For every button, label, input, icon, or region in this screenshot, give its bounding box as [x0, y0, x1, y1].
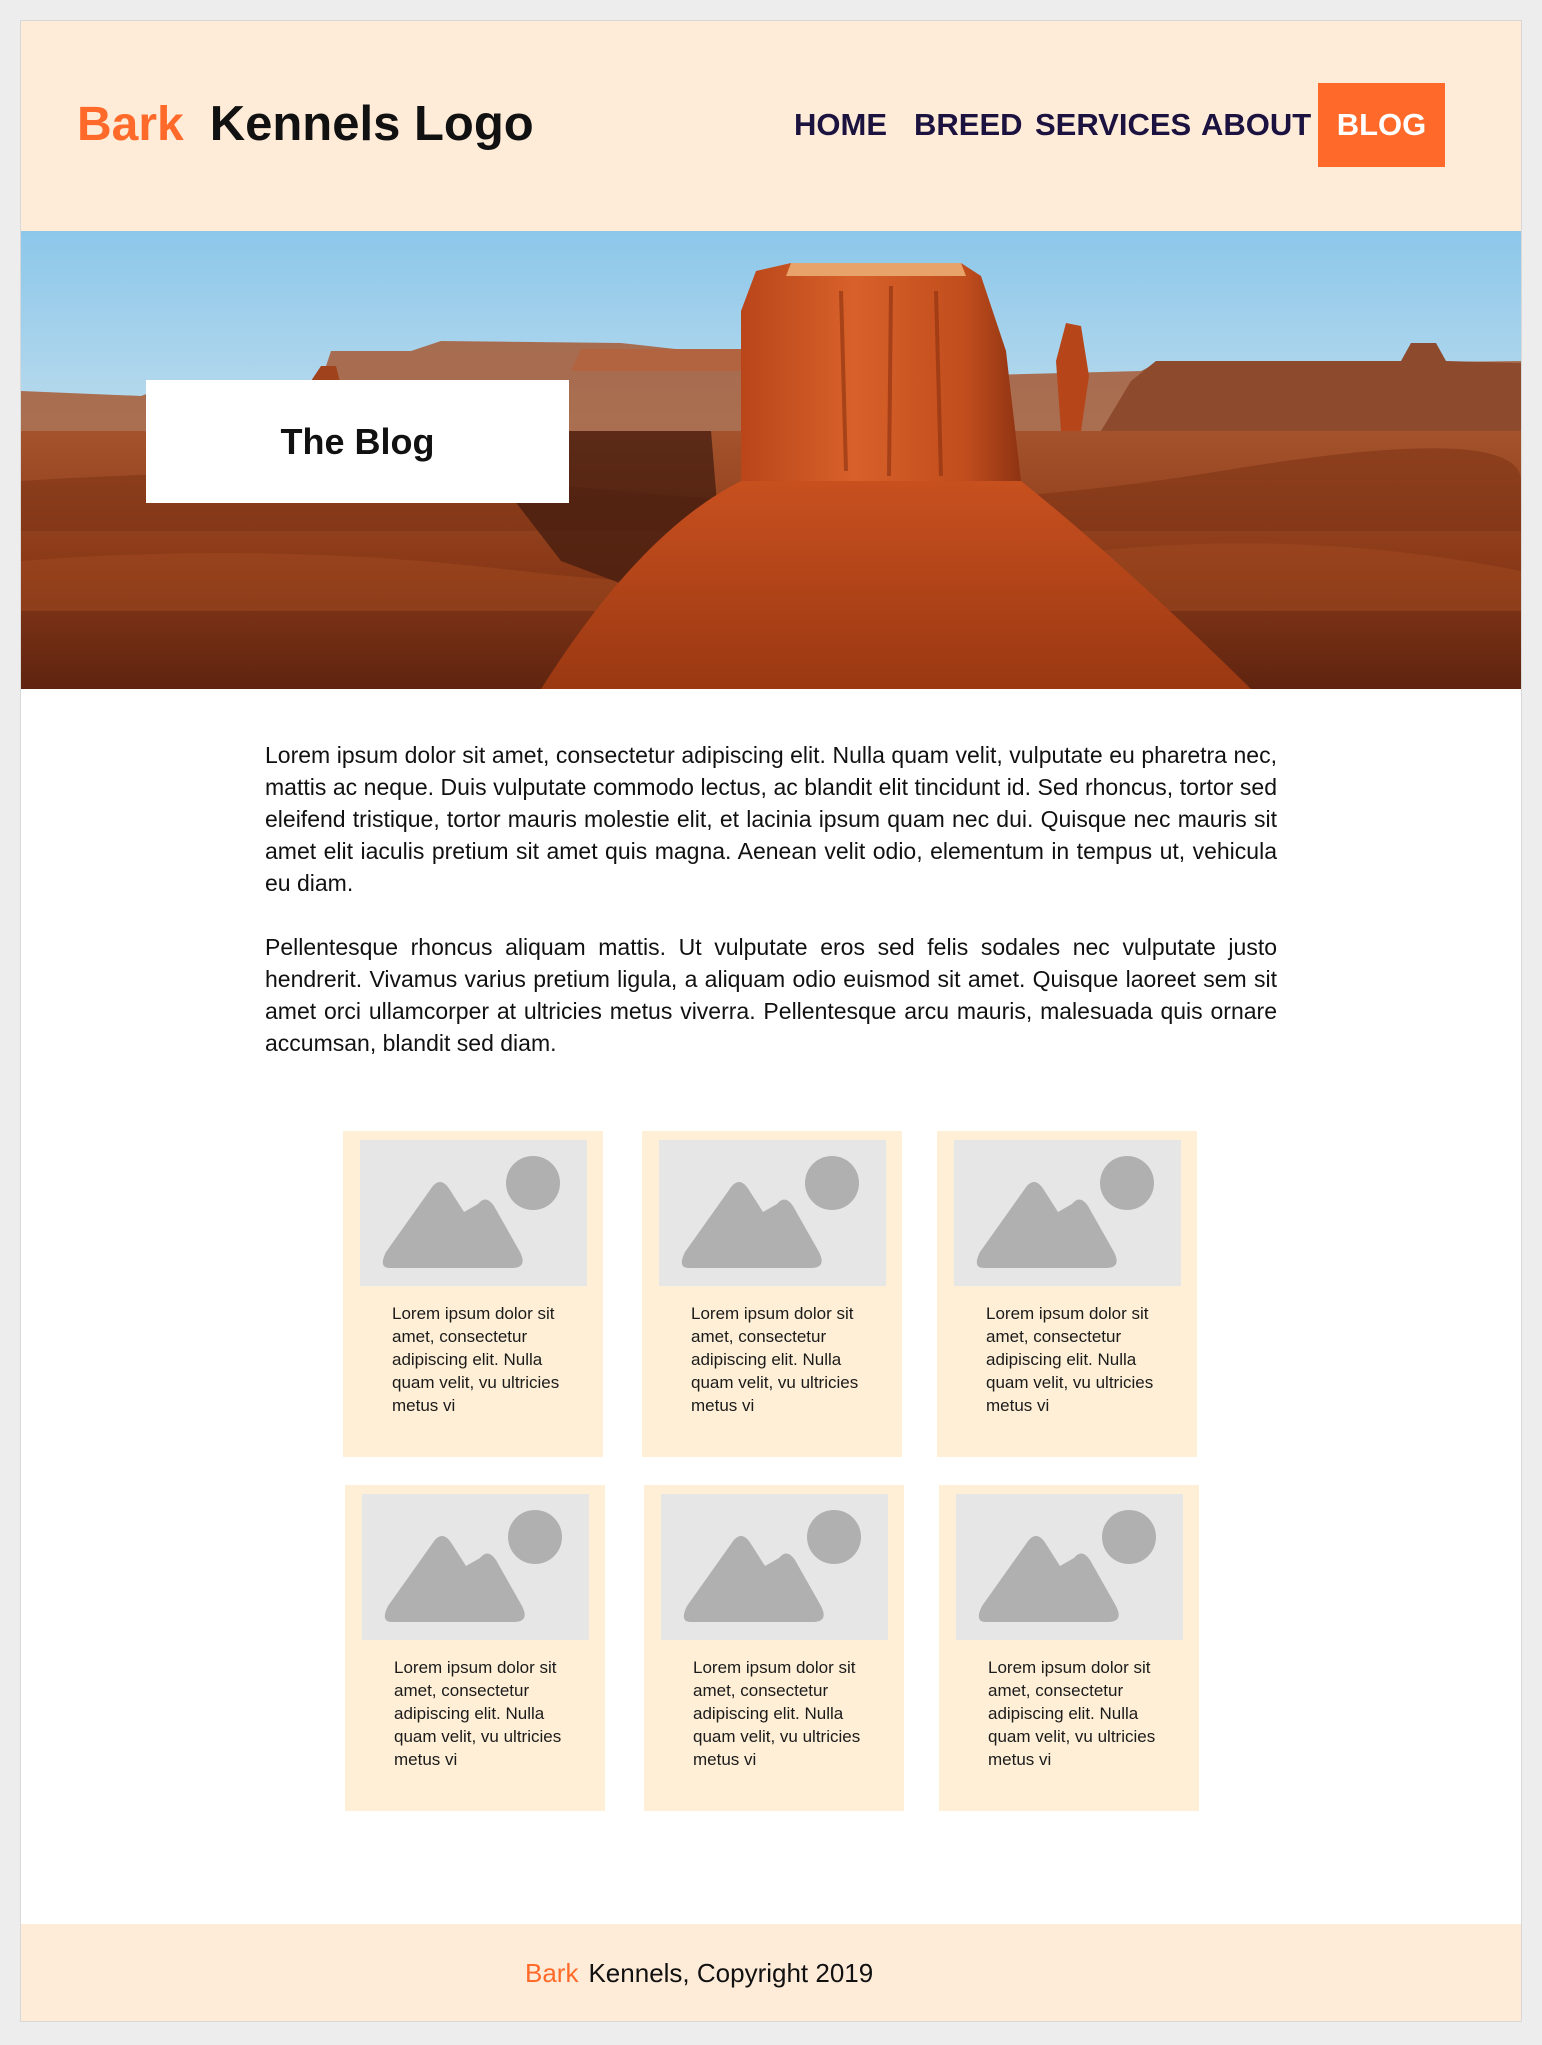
card-text: Lorem ipsum dolor sit amet, consectetur … [691, 1304, 859, 1415]
nav-blog-link[interactable]: BLOG [1318, 83, 1445, 167]
image-placeholder-icon [954, 1140, 1181, 1286]
blog-card[interactable]: Lorem ipsum dolor sit amet, consectetur … [343, 1131, 603, 1457]
content-paragraph: Pellentesque rhoncus aliquam mattis. Ut … [265, 934, 1277, 1056]
image-placeholder-icon [661, 1494, 888, 1640]
card-text: Lorem ipsum dolor sit amet, consectetur … [693, 1658, 861, 1769]
blog-content: Lorem ipsum dolor sit amet, consectetur … [265, 739, 1277, 1059]
nav-breed-link[interactable]: BREED [914, 83, 1023, 167]
nav-about-link[interactable]: ABOUT [1201, 83, 1311, 167]
image-placeholder-icon [659, 1140, 886, 1286]
blog-card[interactable]: Lorem ipsum dolor sit amet, consectetur … [939, 1485, 1199, 1811]
footer-rest-text: Kennels, Copyright 2019 [588, 1958, 874, 1988]
content-paragraph: Lorem ipsum dolor sit amet, consectetur … [265, 742, 1277, 896]
card-text: Lorem ipsum dolor sit amet, consectetur … [392, 1304, 560, 1415]
site-header: Bark Kennels Logo HOME BREED SERVICES AB… [21, 21, 1521, 231]
blog-card[interactable]: Lorem ipsum dolor sit amet, consectetur … [937, 1131, 1197, 1457]
card-text: Lorem ipsum dolor sit amet, consectetur … [394, 1658, 562, 1769]
card-text: Lorem ipsum dolor sit amet, consectetur … [988, 1658, 1156, 1769]
hero-title-card: The Blog [146, 380, 569, 503]
image-placeholder-icon [360, 1140, 587, 1286]
nav-services-link[interactable]: SERVICES [1035, 83, 1191, 167]
main-nav: HOME BREED SERVICES ABOUT BLOG [21, 83, 1521, 167]
hero-title: The Blog [280, 420, 435, 462]
footer-bark-text: Bark [525, 1958, 579, 1988]
blog-card[interactable]: Lorem ipsum dolor sit amet, consectetur … [644, 1485, 904, 1811]
nav-home-link[interactable]: HOME [794, 83, 887, 167]
site-footer: Bark Kennels, Copyright 2019 [21, 1924, 1521, 2021]
card-text: Lorem ipsum dolor sit amet, consectetur … [986, 1304, 1154, 1415]
blog-card[interactable]: Lorem ipsum dolor sit amet, consectetur … [345, 1485, 605, 1811]
image-placeholder-icon [362, 1494, 589, 1640]
image-placeholder-icon [956, 1494, 1183, 1640]
hero-banner: The Blog [21, 231, 1521, 689]
blog-card[interactable]: Lorem ipsum dolor sit amet, consectetur … [642, 1131, 902, 1457]
footer-copyright: Bark Kennels, Copyright 2019 [525, 1958, 873, 1989]
page: Bark Kennels Logo HOME BREED SERVICES AB… [20, 20, 1522, 2022]
